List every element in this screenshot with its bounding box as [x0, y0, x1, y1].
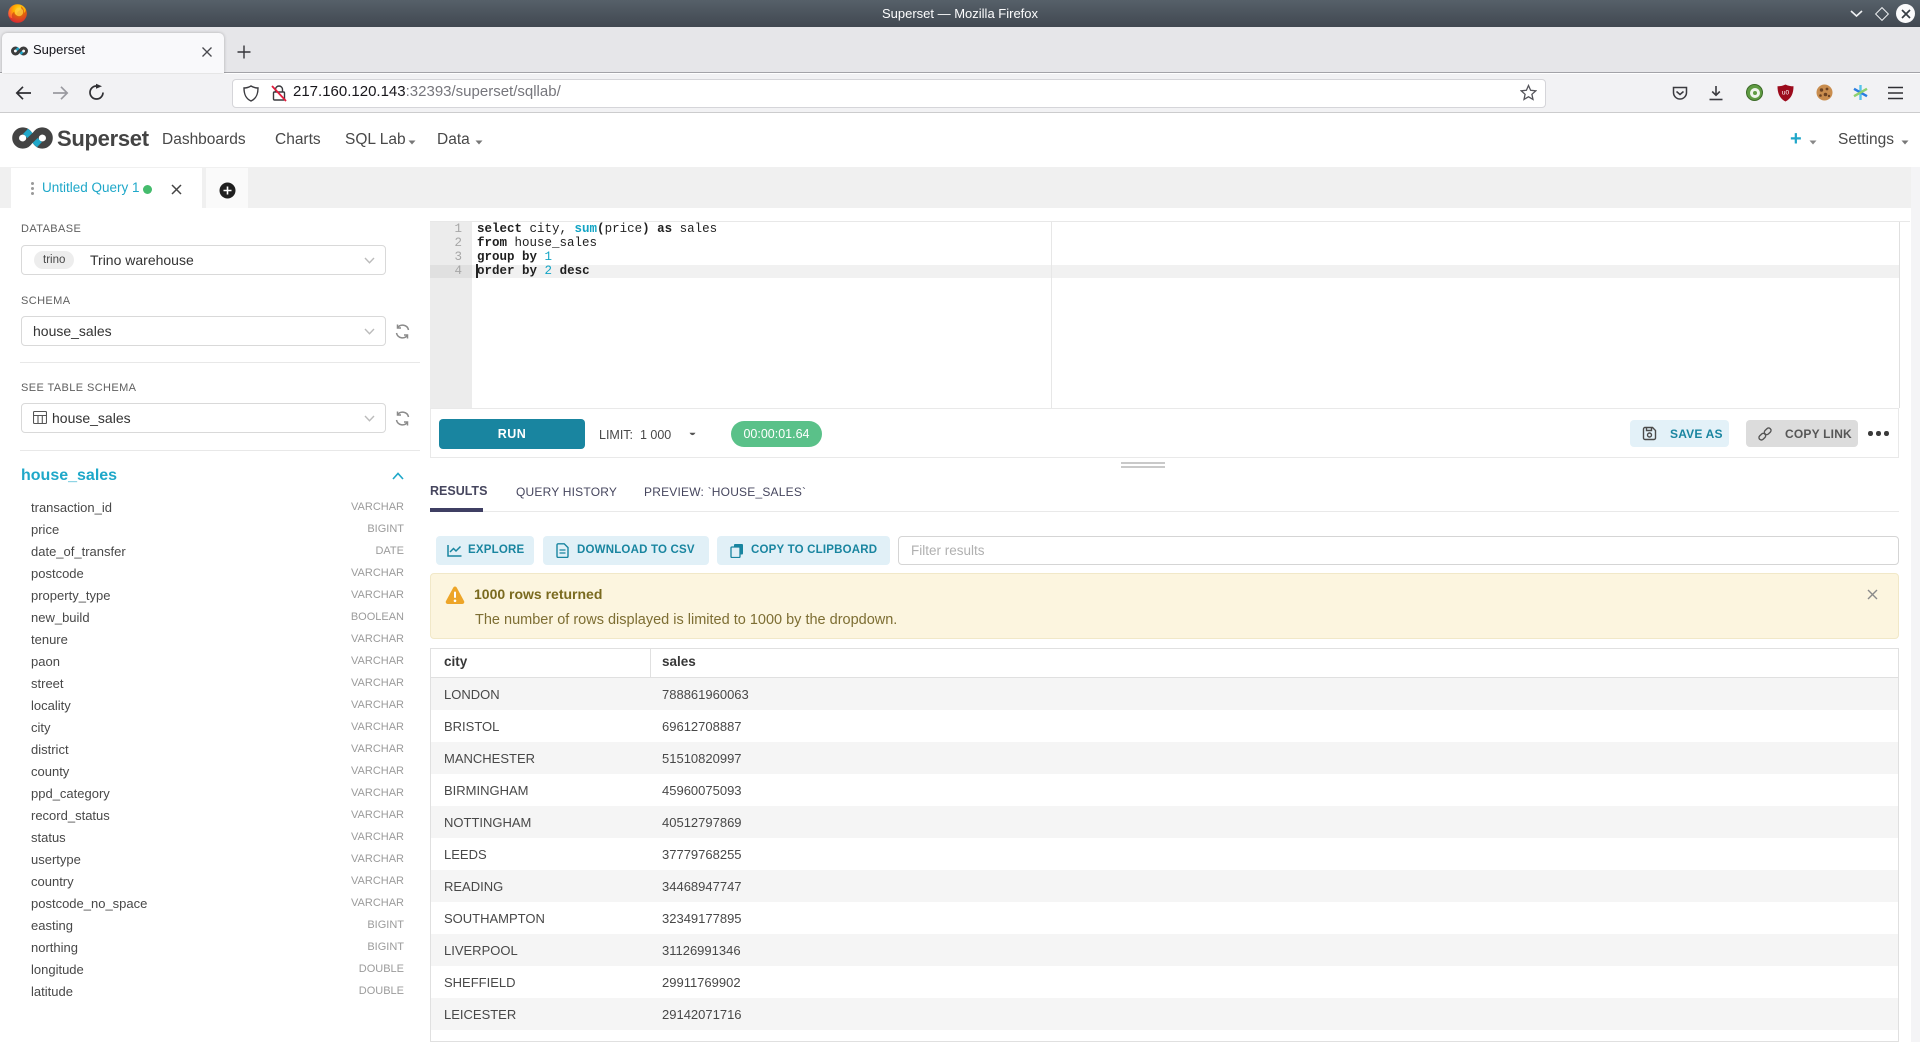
svg-text:u0: u0	[1782, 90, 1790, 97]
